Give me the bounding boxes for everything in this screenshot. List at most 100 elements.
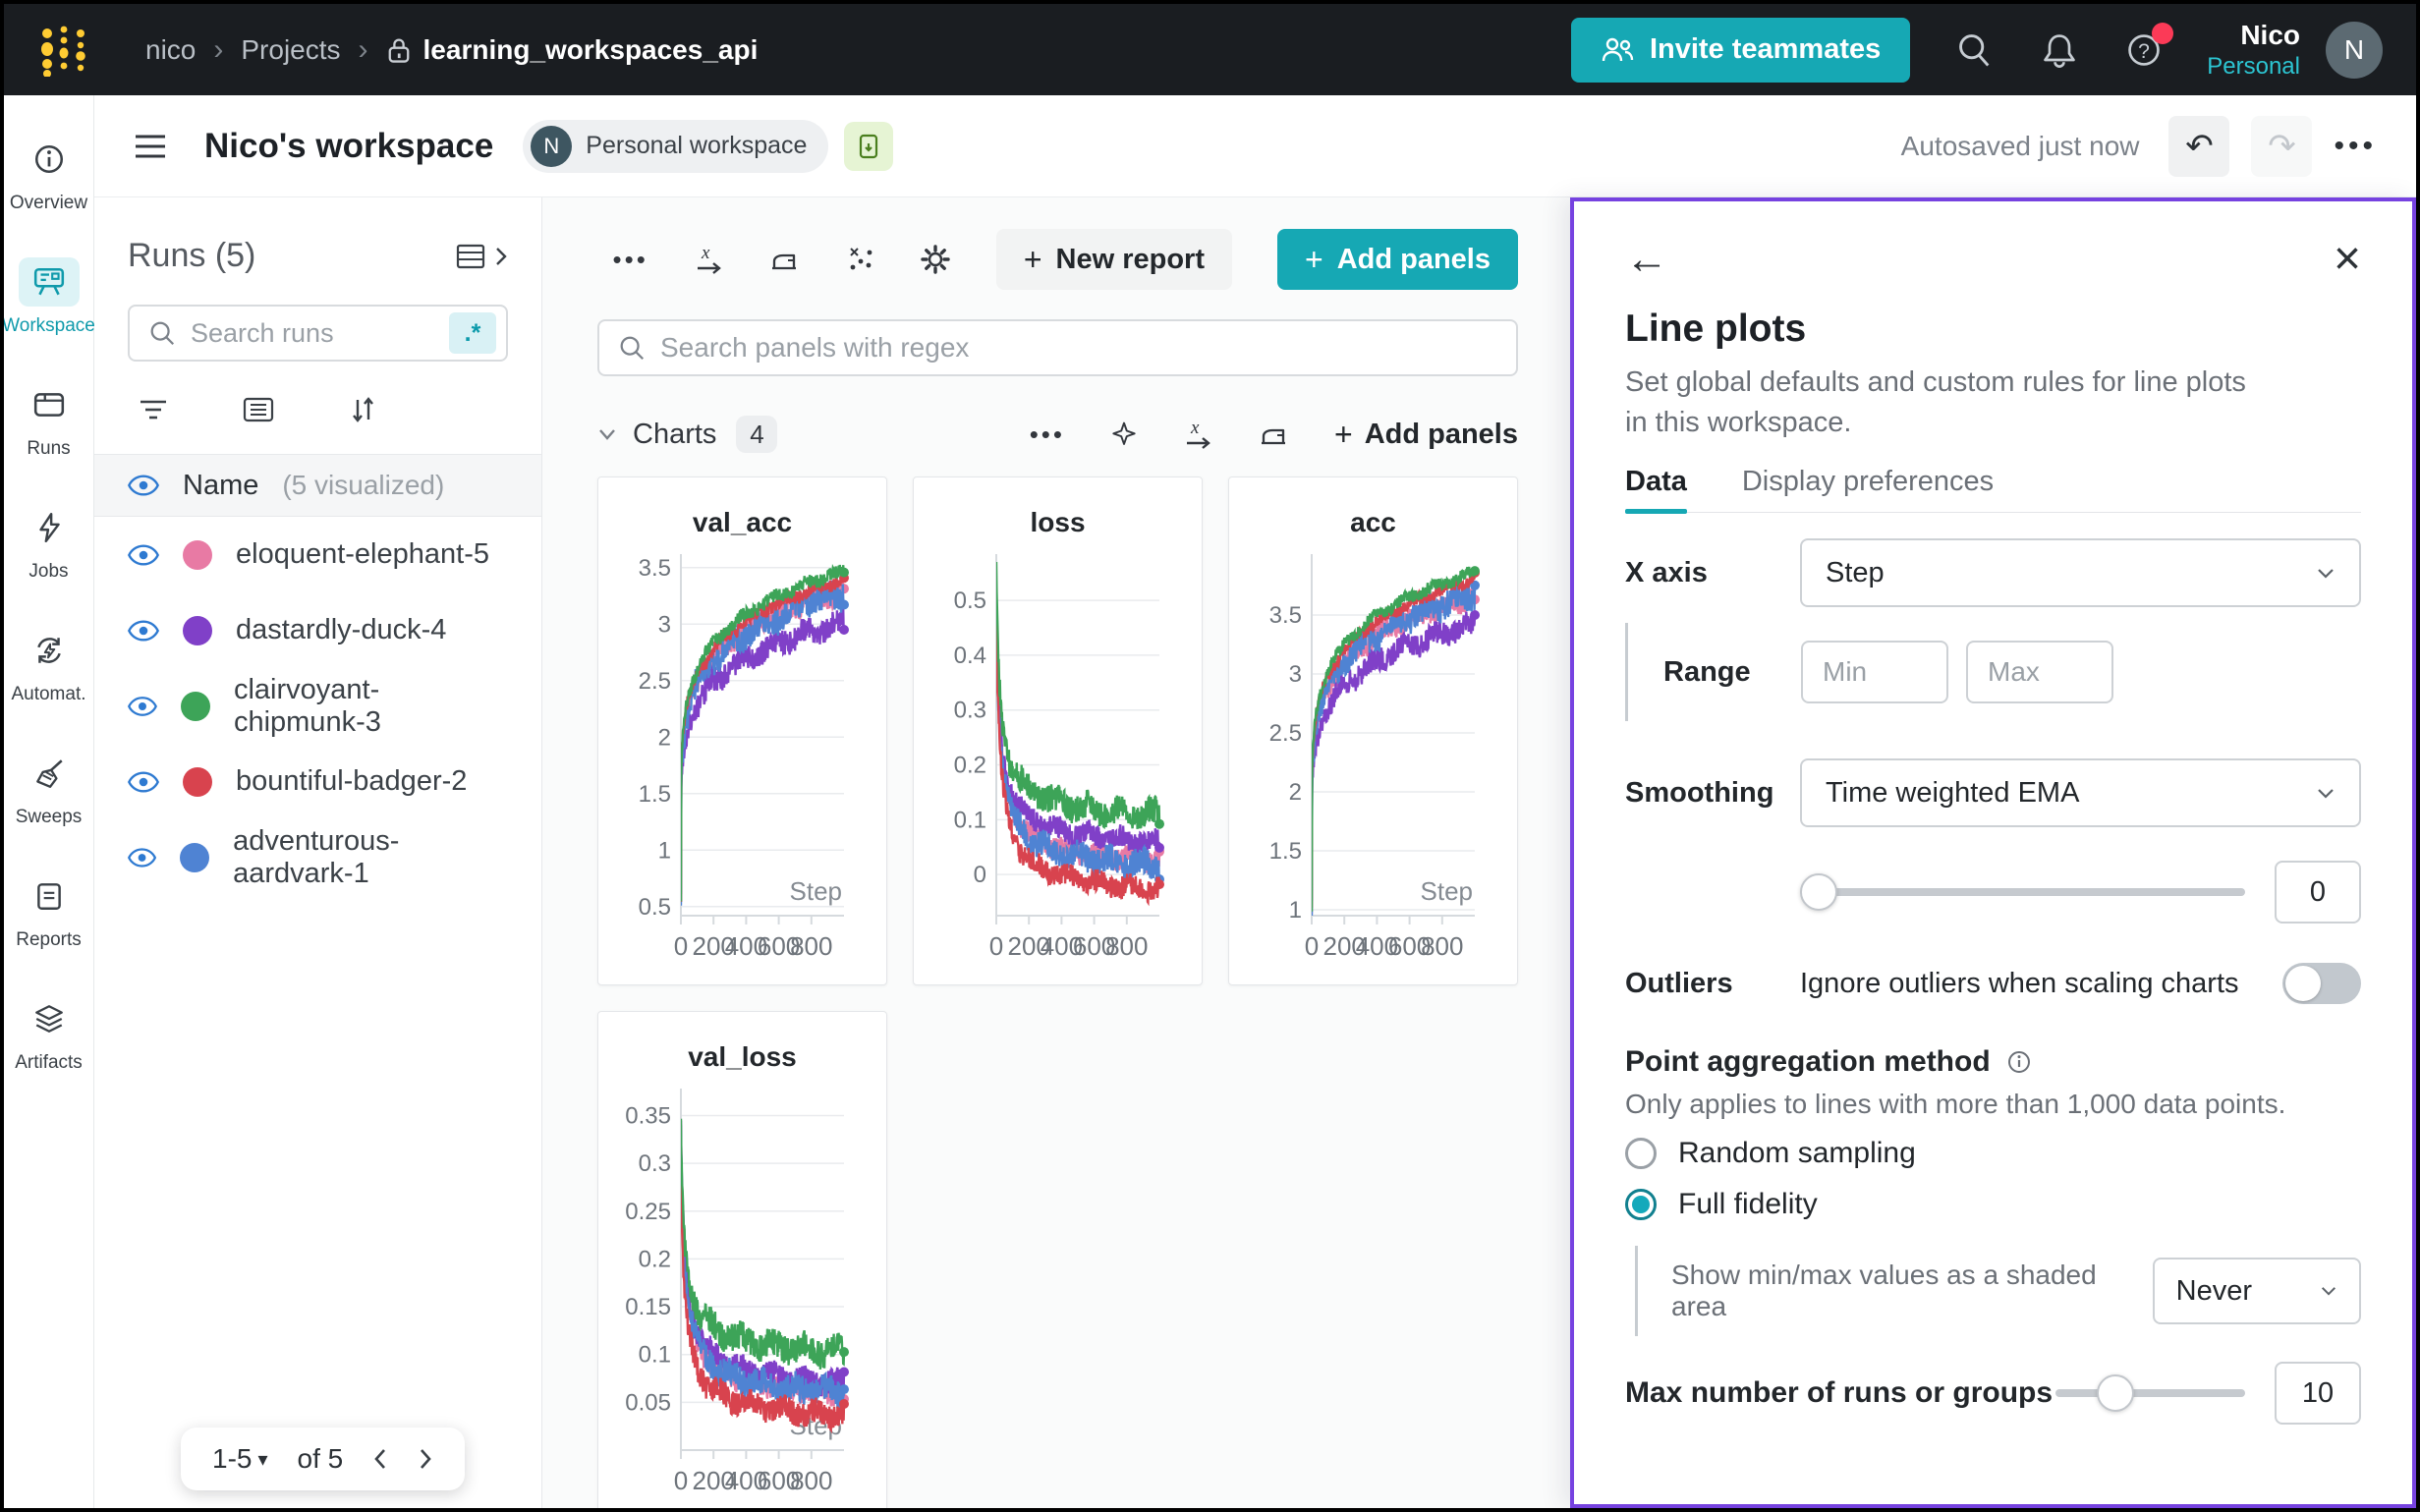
chevron-down-icon[interactable]: [597, 427, 617, 441]
chart-panel-acc[interactable]: acc 11.522.533.50200400600800Step: [1228, 476, 1518, 985]
run-row-eloquent-elephant-5[interactable]: eloquent-elephant-5: [94, 517, 541, 592]
chart-panel-val_loss[interactable]: val_loss 0.050.10.150.20.250.30.35020040…: [597, 1011, 887, 1508]
add-panels-button[interactable]: + Add panels: [1277, 229, 1518, 290]
max-runs-value-box[interactable]: 10: [2275, 1362, 2361, 1425]
run-row-adventurous-aardvark-1[interactable]: adventurous-aardvark-1: [94, 819, 541, 895]
outliers-toggle[interactable]: [2282, 963, 2361, 1004]
runs-table-icon: [19, 380, 80, 429]
range-max-input[interactable]: [1966, 641, 2113, 703]
eye-icon[interactable]: [128, 544, 159, 566]
section-more-icon[interactable]: •••: [1030, 420, 1065, 450]
settings-gear-icon[interactable]: [920, 244, 951, 275]
invite-teammates-button[interactable]: Invite teammates: [1571, 18, 1910, 83]
panel-tabs: Data Display preferences: [1625, 466, 2361, 513]
redo-button[interactable]: ↷: [2251, 116, 2312, 177]
breadcrumb-project[interactable]: learning_workspaces_api: [386, 34, 759, 66]
sort-icon[interactable]: [348, 395, 377, 424]
sidebar-item-automations[interactable]: Automat.: [4, 626, 94, 705]
run-row-bountiful-badger-2[interactable]: bountiful-badger-2: [94, 744, 541, 819]
x-axis-select[interactable]: Step: [1800, 538, 2361, 607]
breadcrumb-section[interactable]: Projects: [241, 34, 340, 66]
chart-title: val_acc: [598, 507, 886, 538]
personal-workspace-badge[interactable]: N Personal workspace: [523, 120, 828, 173]
section-add-panels-button[interactable]: + Add panels: [1334, 417, 1518, 453]
x-axis-settings-icon[interactable]: x: [1183, 419, 1212, 450]
chart-panel-val_acc[interactable]: val_acc 0.511.522.533.50200400600800Step: [597, 476, 887, 985]
sidebar-item-reports[interactable]: Reports: [4, 871, 94, 951]
people-icon: [1601, 35, 1634, 65]
radio-full-fidelity[interactable]: Full fidelity: [1625, 1181, 2361, 1228]
tab-data[interactable]: Data: [1625, 466, 1687, 512]
eye-icon[interactable]: [128, 620, 159, 642]
run-row-dastardly-duck-4[interactable]: dastardly-duck-4: [94, 592, 541, 668]
smoothing-value-box[interactable]: 0: [2275, 861, 2361, 924]
menu-icon[interactable]: [134, 133, 167, 160]
radio-random-sampling[interactable]: Random sampling: [1625, 1130, 2361, 1177]
shaded-area-select[interactable]: Never: [2153, 1258, 2361, 1324]
search-icon[interactable]: [1955, 30, 1995, 70]
slider-thumb[interactable]: [1800, 873, 1837, 911]
help-icon[interactable]: ?: [2124, 30, 2164, 70]
search-panels-input[interactable]: [660, 332, 1498, 364]
notification-dot: [2152, 23, 2173, 44]
smoothing-iron-icon[interactable]: [1258, 419, 1289, 450]
smoothing-slider[interactable]: [1800, 873, 2245, 911]
eye-icon[interactable]: [128, 696, 157, 717]
sidebar-item-overview[interactable]: Overview: [4, 135, 94, 214]
svg-text:0.1: 0.1: [954, 807, 986, 833]
more-options-icon[interactable]: •••: [613, 245, 648, 275]
outliers-scatter-icon[interactable]: [845, 244, 874, 275]
shaded-area-label: Show min/max values as a shaded area: [1671, 1260, 2127, 1322]
eye-icon[interactable]: [128, 771, 159, 793]
chart-panel-loss[interactable]: loss 00.10.20.30.40.50200400600800: [913, 476, 1203, 985]
group-list-icon[interactable]: [242, 396, 275, 423]
runs-title: Runs (5): [128, 237, 255, 275]
slider-thumb[interactable]: [2097, 1374, 2134, 1412]
workspace-more-button[interactable]: •••: [2334, 130, 2377, 163]
run-row-clairvoyant-chipmunk-3[interactable]: clairvoyant-chipmunk-3: [94, 668, 541, 744]
runs-table-expand-icon[interactable]: [455, 242, 508, 271]
back-arrow-icon[interactable]: ←: [1625, 238, 1668, 281]
sidebar-item-workspace[interactable]: Workspace: [4, 257, 94, 337]
run-color-dot: [181, 692, 210, 721]
range-row: Range: [1625, 623, 2361, 721]
smoothing-select[interactable]: Time weighted EMA: [1800, 758, 2361, 827]
regex-toggle-button[interactable]: .*: [449, 312, 496, 354]
sidebar-item-jobs[interactable]: Jobs: [4, 503, 94, 583]
sidebar-item-runs[interactable]: Runs: [4, 380, 94, 460]
wandb-logo-icon[interactable]: [37, 24, 90, 77]
radio-icon[interactable]: [1625, 1138, 1657, 1169]
svg-text:0: 0: [1305, 931, 1319, 961]
sidebar-item-sweeps[interactable]: Sweeps: [4, 749, 94, 828]
avatar[interactable]: N: [2326, 22, 2383, 79]
max-runs-slider[interactable]: [2055, 1374, 2245, 1412]
chevron-down-icon: [2316, 787, 2336, 800]
filter-icon[interactable]: [138, 397, 169, 422]
user-name: Nico: [2207, 18, 2300, 52]
tab-display-preferences[interactable]: Display preferences: [1742, 466, 1994, 512]
wandb-app: nico › Projects › learning_workspaces_ap…: [4, 4, 2416, 1508]
sidebar-item-artifacts[interactable]: Artifacts: [4, 994, 94, 1074]
magic-wand-icon[interactable]: [1110, 420, 1138, 449]
smoothing-iron-icon[interactable]: [768, 244, 800, 275]
info-icon[interactable]: [2006, 1049, 2032, 1075]
next-page-icon[interactable]: [418, 1447, 433, 1471]
user-info[interactable]: Nico Personal: [2207, 18, 2300, 82]
notifications-bell-icon[interactable]: [2040, 30, 2079, 70]
eye-icon[interactable]: [128, 847, 156, 868]
runs-sidebar: Runs (5) .*: [94, 197, 542, 1508]
breadcrumb-entity[interactable]: nico: [145, 34, 196, 66]
undo-button[interactable]: ↶: [2168, 116, 2229, 177]
x-axis-settings-icon[interactable]: x: [694, 244, 723, 275]
workspace-mode-icon[interactable]: [844, 122, 893, 171]
pagination-total: of 5: [298, 1443, 344, 1475]
search-runs-input[interactable]: [191, 318, 449, 349]
eye-icon[interactable]: [128, 475, 159, 496]
close-icon[interactable]: ×: [2334, 236, 2361, 283]
run-color-dot: [183, 767, 212, 797]
new-report-button[interactable]: + New report: [996, 229, 1232, 290]
page-size-dropdown[interactable]: 1-5 ▾: [212, 1443, 268, 1475]
prev-page-icon[interactable]: [372, 1447, 388, 1471]
range-min-input[interactable]: [1801, 641, 1948, 703]
radio-selected-icon[interactable]: [1625, 1189, 1657, 1220]
